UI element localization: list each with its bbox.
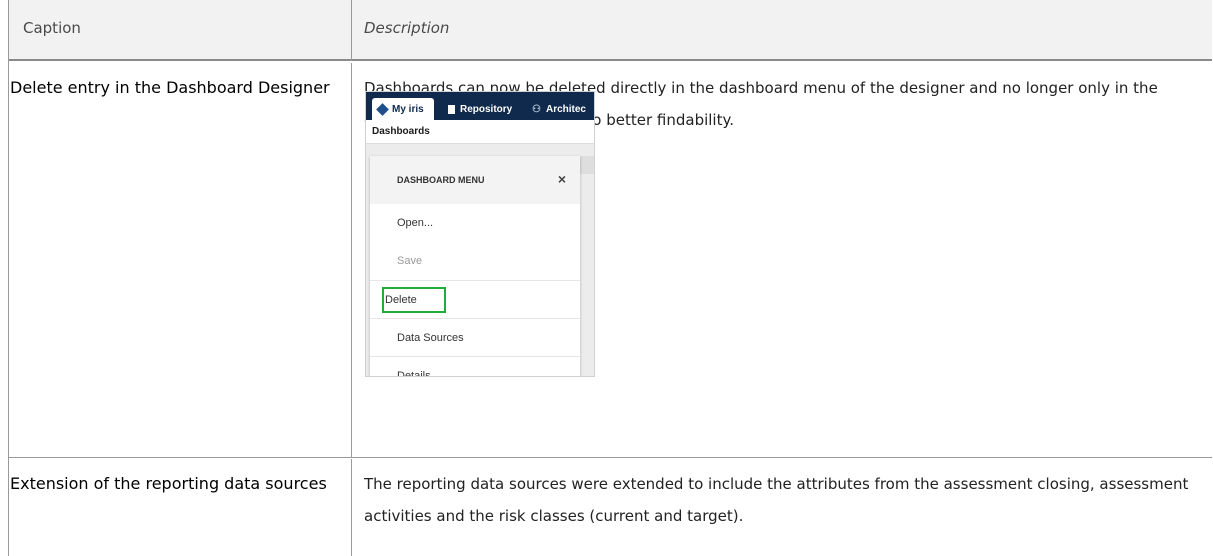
row-caption: Extension of the reporting data sources — [10, 474, 327, 493]
menu-item-label: Delete — [385, 294, 417, 306]
tab-label: My iris — [392, 103, 424, 115]
close-icon[interactable]: × — [558, 172, 566, 186]
tab-repository[interactable]: Repository — [448, 98, 512, 120]
release-notes-table: Caption Description Delete entry in the … — [8, 0, 1212, 556]
app-top-bar: My iris Repository ⚇ Architec — [366, 92, 594, 120]
architecture-icon: ⚇ — [532, 103, 541, 115]
row-description: The reporting data sources were extended… — [364, 475, 1189, 525]
header-description: Description — [364, 19, 450, 37]
menu-item-details[interactable]: Details — [370, 356, 580, 376]
repository-icon — [448, 104, 455, 114]
table-row: Extension of the reporting data sources … — [9, 459, 1212, 556]
background-panel — [580, 156, 594, 174]
column-divider — [351, 63, 352, 458]
menu-item-data-sources[interactable]: Data Sources — [370, 318, 580, 356]
dashboard-menu-screenshot: My iris Repository ⚇ Architec Dashboards… — [365, 91, 595, 377]
dashboards-breadcrumb: Dashboards — [366, 120, 594, 144]
table-header-row: Caption Description — [9, 0, 1212, 61]
table-row: Delete entry in the Dashboard Designer D… — [9, 63, 1212, 458]
menu-item-delete[interactable]: Delete — [370, 280, 580, 318]
menu-item-save[interactable]: Save — [370, 242, 580, 280]
tab-architecture[interactable]: ⚇ Architec — [532, 98, 586, 120]
tab-my-iris[interactable]: My iris — [372, 98, 434, 120]
column-divider — [351, 459, 352, 556]
iris-logo-icon — [376, 102, 389, 116]
row-caption: Delete entry in the Dashboard Designer — [10, 78, 330, 97]
dashboard-menu: DASHBOARD MENU × Open... Save Delete Dat… — [370, 156, 580, 376]
column-divider — [351, 0, 352, 61]
menu-title: DASHBOARD MENU × — [370, 156, 580, 204]
menu-item-open[interactable]: Open... — [370, 204, 580, 242]
tab-label: Architec — [545, 103, 586, 115]
menu-title-label: DASHBOARD MENU — [397, 175, 485, 185]
tab-label: Repository — [460, 103, 513, 115]
header-caption: Caption — [23, 19, 81, 37]
